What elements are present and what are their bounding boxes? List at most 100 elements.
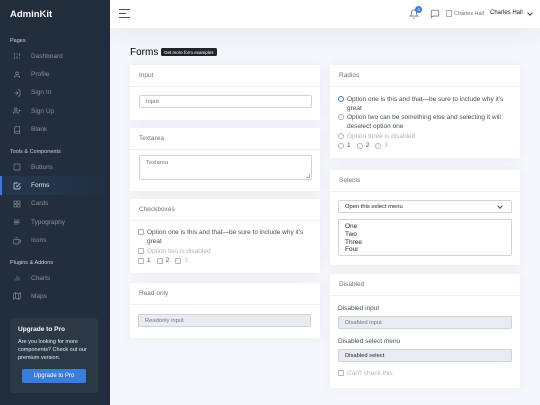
card-title: Input <box>130 65 320 87</box>
avatar-alt-text: Charles Hall <box>454 10 484 17</box>
checkbox-label: Option one is this and that—be sure to i… <box>147 229 304 246</box>
sidebar-item-blank[interactable]: Blank <box>0 121 110 139</box>
sidebar-item-label: Blank <box>31 126 48 134</box>
radio-button[interactable] <box>338 114 344 120</box>
checkbox <box>175 257 182 264</box>
radio-button[interactable] <box>338 142 344 149</box>
readonly-input: Readonly input <box>138 314 311 327</box>
disabled-select-label: Disabled select menu <box>338 338 401 345</box>
radio-label: Option one is this and that—be sure to i… <box>347 96 504 113</box>
checkbox <box>338 370 344 376</box>
sidebar-item-label: Icons <box>31 237 47 245</box>
checkbox[interactable] <box>156 257 163 264</box>
checkbox-option-two: Option two is disabled <box>138 247 211 256</box>
listbox-option[interactable]: Three <box>345 239 505 247</box>
sidebar-item-icons[interactable]: Icons <box>0 232 110 250</box>
upgrade-title: Upgrade to Pro <box>18 326 65 333</box>
checkboxes-card: Checkboxes Option one is this and that—b… <box>130 199 320 273</box>
page-title: Forms <box>130 47 159 58</box>
sidebar-item-buttons[interactable]: Buttons <box>0 158 110 176</box>
sidebar-item-dashboard[interactable]: Dashboard <box>0 47 110 65</box>
upgrade-cta: Upgrade to Pro Are you looking for more … <box>10 318 98 393</box>
card-title: Textarea <box>130 128 320 150</box>
form-examples-link[interactable]: Get more form examples <box>161 48 217 56</box>
readonly-card: Read only Readonly input <box>130 283 320 338</box>
sidebar-item-forms[interactable]: Forms <box>0 176 110 195</box>
checkbox-label: Can't check this <box>347 370 393 377</box>
sidebar-header-plugins: Plugins & Addons <box>10 259 54 266</box>
listbox-option[interactable]: Two <box>345 231 505 239</box>
user-name[interactable]: Charles Hall <box>490 10 523 16</box>
card-title: Radios <box>330 65 520 87</box>
sidebar: AdminKit Pages Dashboard Profile Sign In… <box>0 0 110 405</box>
selects-card: Selects Open this select menu One Two Th… <box>330 170 520 265</box>
sidebar-item-label: Dashboard <box>31 52 63 60</box>
check-square-icon <box>12 181 21 190</box>
disabled-input-label: Disabled input <box>338 305 380 312</box>
card-title: Disabled <box>330 274 520 296</box>
radio-button[interactable] <box>356 142 363 149</box>
hamburger-menu-icon[interactable] <box>119 9 130 18</box>
checkbox-label: 3 <box>184 257 188 264</box>
sidebar-item-typography[interactable]: Typography <box>0 213 110 231</box>
sidebar-item-sign-in[interactable]: Sign In <box>0 84 110 102</box>
radio-label: Option two can be something else and sel… <box>347 114 501 131</box>
radio-label: 3 <box>384 142 388 149</box>
textarea-input[interactable]: Textarea <box>139 155 312 180</box>
log-in-icon <box>12 88 21 97</box>
sidebar-item-maps[interactable]: Maps <box>0 287 110 305</box>
sidebar-item-charts[interactable]: Charts <box>0 269 110 287</box>
avatar[interactable]: Charles Hall <box>446 10 484 17</box>
chevron-down-icon[interactable] <box>527 10 533 16</box>
upgrade-text: Are you looking for more components? Che… <box>18 339 87 361</box>
inline-checkboxes: 1 2 3 <box>138 257 194 264</box>
grid-icon <box>12 199 21 208</box>
topbar: 4 Charles Hall Charles Hall <box>110 0 540 28</box>
disabled-card: Disabled Disabled input Disabled input D… <box>330 274 520 388</box>
message-icon[interactable] <box>430 9 440 19</box>
radio-button <box>375 142 382 149</box>
checkbox[interactable] <box>138 229 144 235</box>
sidebar-item-cards[interactable]: Cards <box>0 195 110 213</box>
inline-radio-2[interactable]: 2 <box>356 142 369 149</box>
map-icon <box>12 292 21 301</box>
sidebar-item-label: Sign Up <box>31 107 55 115</box>
textarea-card: Textarea Textarea <box>130 128 320 191</box>
sidebar-item-profile[interactable]: Profile <box>0 65 110 83</box>
disabled-input: Disabled input <box>338 316 512 329</box>
inline-checkbox-2[interactable]: 2 <box>156 257 170 264</box>
multi-select-listbox[interactable]: One Two Three Four <box>338 219 512 256</box>
brand-logo[interactable]: AdminKit <box>0 0 110 28</box>
resize-handle-icon[interactable] <box>306 174 310 178</box>
checkbox[interactable] <box>138 257 144 264</box>
listbox-option[interactable]: One <box>345 223 505 231</box>
select-value: Open this select menu <box>345 203 403 210</box>
radio-option-two[interactable]: Option two can be something else and sel… <box>338 113 513 132</box>
inline-radio-1[interactable]: 1 <box>338 142 351 149</box>
coffee-icon <box>12 236 21 245</box>
checkbox-label: 1 <box>147 257 151 264</box>
checkbox-option-one[interactable]: Option one is this and that—be sure to i… <box>138 228 313 247</box>
radio-button <box>338 133 344 139</box>
upgrade-button[interactable]: Upgrade to Pro <box>22 369 86 383</box>
sidebar-item-label: Forms <box>31 182 50 190</box>
text-input[interactable]: Input <box>139 95 312 108</box>
broken-image-icon <box>446 10 452 17</box>
sidebar-header-pages: Pages <box>10 38 26 44</box>
sidebar-item-label: Cards <box>31 200 49 208</box>
disabled-select: Disabled select <box>338 349 512 362</box>
inline-checkbox-1[interactable]: 1 <box>138 257 151 264</box>
card-title: Read only <box>130 283 320 305</box>
checkbox <box>138 248 144 254</box>
inline-checkbox-3: 3 <box>175 257 188 264</box>
listbox-option[interactable]: Four <box>345 246 505 251</box>
sidebar-item-sign-up[interactable]: Sign Up <box>0 102 110 120</box>
input-card: Input Input <box>130 65 320 120</box>
radio-button[interactable] <box>338 96 344 102</box>
book-icon <box>12 125 21 134</box>
inline-radio-3: 3 <box>375 142 388 149</box>
select-dropdown[interactable]: Open this select menu <box>338 200 512 213</box>
checkbox-label: 2 <box>165 257 170 264</box>
radio-option-one[interactable]: Option one is this and that—be sure to i… <box>338 95 513 114</box>
inline-radios: 1 2 3 <box>338 142 394 149</box>
